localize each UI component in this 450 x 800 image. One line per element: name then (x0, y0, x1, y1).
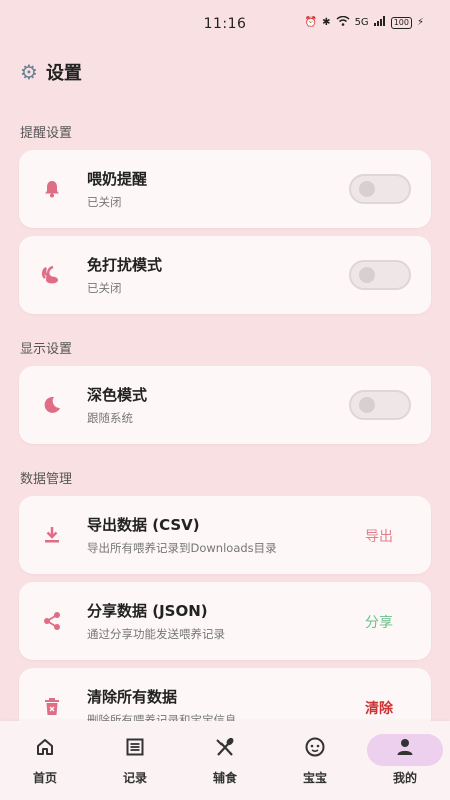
nav-label: 首页 (32, 771, 57, 785)
dark-mode-title: 深色模式 (87, 386, 148, 404)
bluetooth-icon: ✱ (322, 17, 331, 28)
clear-button[interactable]: 清除 (365, 698, 393, 718)
toggle-knob (359, 267, 375, 283)
section-title-data: 数据管理 (20, 472, 73, 487)
list-icon (124, 736, 146, 758)
battery-icon: 100 (390, 16, 412, 29)
dark-mode-card[interactable]: 深色模式 跟随系统 (19, 366, 431, 444)
section-title-reminders: 提醒设置 (20, 126, 73, 141)
clear-data-card[interactable]: 清除所有数据 删除所有喂养记录和宝宝信息 清除 (19, 668, 431, 721)
share-json-description: 通过分享功能发送喂养记录 (87, 627, 225, 641)
status-time: 11:16 (203, 16, 247, 32)
nav-label: 记录 (122, 771, 147, 785)
share-button[interactable]: 分享 (365, 612, 393, 632)
alarm-icon: ⏰ (304, 17, 318, 28)
feeding-reminder-title: 喂奶提醒 (87, 170, 148, 188)
signal-icon (373, 16, 386, 29)
dnd-mode-card[interactable]: 免打扰模式 已关闭 (19, 236, 431, 314)
toggle-knob (359, 397, 375, 413)
wifi-icon (336, 15, 350, 29)
nav-item-baby[interactable]: 宝宝 (270, 721, 360, 800)
export-csv-card[interactable]: 导出数据 (CSV) 导出所有喂养记录到Downloads目录 导出 (19, 496, 431, 574)
moon-icon (41, 394, 63, 416)
trash-icon (41, 696, 63, 718)
export-button[interactable]: 导出 (365, 526, 393, 546)
toggle-knob (359, 181, 375, 197)
clear-data-description: 删除所有喂养记录和宝宝信息 (87, 713, 237, 721)
nav-label: 我的 (392, 771, 417, 785)
feeding-reminder-card[interactable]: 喂奶提醒 已关闭 (19, 150, 431, 228)
charging-icon: ⚡ (416, 17, 424, 28)
gear-icon: ⚙ (20, 60, 38, 84)
nav-item-food[interactable]: 辅食 (180, 721, 270, 800)
moon-cloud-icon (41, 264, 63, 286)
nav-item-records[interactable]: 记录 (90, 721, 180, 800)
dnd-mode-toggle[interactable] (349, 260, 411, 290)
dnd-mode-status: 已关闭 (87, 281, 122, 295)
nav-label: 辅食 (212, 771, 237, 785)
clear-data-title: 清除所有数据 (87, 688, 178, 706)
feeding-reminder-toggle[interactable] (349, 174, 411, 204)
status-icons: ⏰ ✱ 5G 100 ⚡ (304, 15, 424, 29)
download-icon (41, 524, 63, 546)
nav-item-mine[interactable]: 我的 (360, 721, 450, 800)
dnd-mode-title: 免打扰模式 (87, 256, 163, 274)
share-json-card[interactable]: 分享数据 (JSON) 通过分享功能发送喂养记录 分享 (19, 582, 431, 660)
nav-label: 宝宝 (302, 771, 327, 785)
page-header: ⚙ 设置 (20, 58, 82, 86)
person-icon (394, 736, 416, 758)
dark-mode-status: 跟随系统 (87, 411, 133, 425)
bottom-navigation: 首页 记录 辅食 宝宝 我的 (0, 721, 450, 800)
share-json-title: 分享数据 (JSON) (87, 602, 208, 620)
utensils-icon (214, 736, 236, 758)
export-csv-description: 导出所有喂养记录到Downloads目录 (87, 541, 277, 555)
share-icon (41, 610, 63, 632)
baby-face-icon (304, 736, 326, 758)
page-title: 设置 (45, 63, 82, 84)
bell-icon (41, 178, 63, 200)
feeding-reminder-status: 已关闭 (87, 195, 122, 209)
signal-label: 5G (354, 17, 369, 28)
export-csv-title: 导出数据 (CSV) (87, 516, 200, 534)
section-title-display: 显示设置 (20, 342, 73, 357)
status-bar: 11:16 ⏰ ✱ 5G 100 ⚡ (0, 0, 450, 48)
nav-item-home[interactable]: 首页 (0, 721, 90, 800)
home-icon (34, 736, 56, 758)
dark-mode-toggle[interactable] (349, 390, 411, 420)
